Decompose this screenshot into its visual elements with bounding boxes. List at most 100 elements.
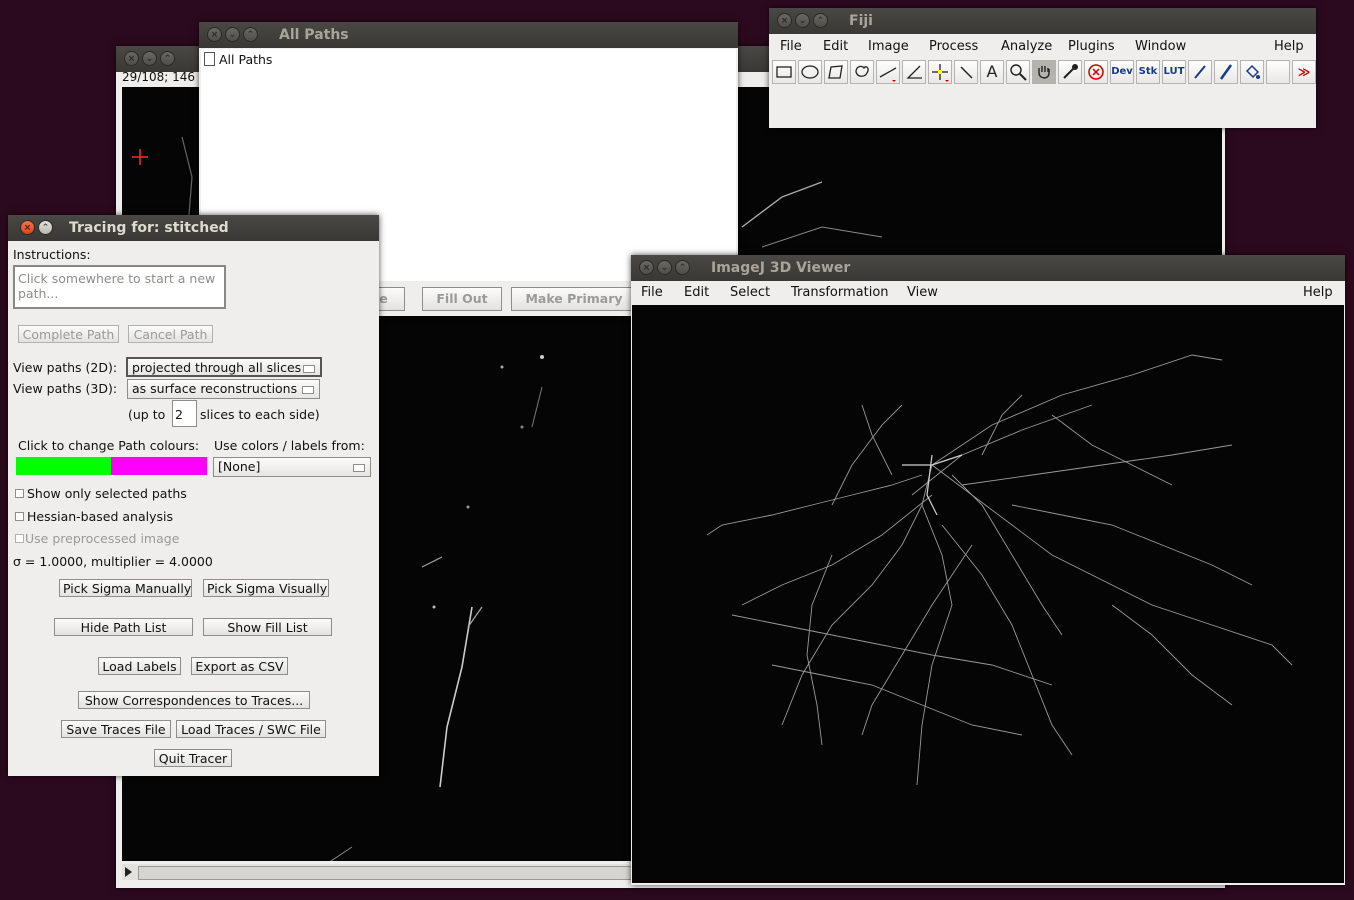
preprocessed-label: Use preprocessed image (25, 531, 180, 546)
window-title: ImageJ 3D Viewer (711, 260, 851, 276)
view-2d-select[interactable]: projected through all slices (126, 357, 322, 377)
close-icon[interactable]: × (207, 27, 222, 42)
use-colors-select[interactable]: [None] (213, 457, 371, 477)
delete-tool-icon[interactable] (1084, 60, 1108, 84)
view-2d-label: View paths (2D): (13, 360, 118, 375)
viewer3d-menubar: File Edit Select Transformation View Hel… (631, 282, 1345, 304)
menu-edit[interactable]: Edit (823, 39, 848, 54)
pick-sigma-manually-button[interactable]: Pick Sigma Manually (59, 579, 192, 597)
maximize-icon[interactable]: ⌃ (675, 260, 690, 275)
tracer-titlebar: × ⌃ Tracing for: stitched (8, 215, 379, 241)
close-icon[interactable]: × (777, 13, 792, 28)
quit-tracer-button[interactable]: Quit Tracer (154, 749, 232, 767)
upto-input[interactable]: 2 (172, 400, 197, 427)
make-primary-button[interactable]: Make Primary (511, 287, 637, 311)
path-colour-a-swatch[interactable] (16, 457, 111, 475)
viewer3d-titlebar: × ⌄ ⌃ ImageJ 3D Viewer (631, 255, 1345, 281)
line-tool-icon[interactable] (876, 60, 900, 84)
menu-edit[interactable]: Edit (684, 285, 709, 300)
maximize-icon[interactable]: ⌃ (813, 13, 828, 28)
fill-out-button[interactable]: Fill Out (422, 287, 502, 311)
minimize-icon[interactable]: ⌄ (142, 51, 157, 66)
wand-tool-icon[interactable] (954, 60, 978, 84)
dev-tool-icon[interactable]: Dev (1110, 60, 1134, 84)
fiji-window: × ⌄ ⌃ Fiji File Edit Image Process Analy… (769, 8, 1316, 128)
tree-root-node[interactable]: All Paths (219, 52, 272, 67)
pencil-tool-icon[interactable] (1188, 60, 1212, 84)
close-icon[interactable]: × (124, 51, 139, 66)
upto-suffix: slices to each side) (200, 407, 320, 422)
flood-fill-tool-icon[interactable] (1240, 60, 1264, 84)
load-traces-button[interactable]: Load Traces / SWC File (176, 720, 326, 738)
minimize-icon[interactable]: ⌄ (657, 260, 672, 275)
upto-prefix: (up to (128, 407, 166, 422)
menu-help[interactable]: Help (1303, 285, 1333, 300)
menu-file[interactable]: File (641, 285, 663, 300)
maximize-icon[interactable]: ⌃ (38, 220, 53, 235)
fiji-toolbar: A Dev Stk LUT ≫ (772, 60, 1316, 86)
viewer3d-canvas[interactable] (632, 305, 1344, 883)
close-icon[interactable]: × (639, 260, 654, 275)
more-tools-icon[interactable]: ≫ (1292, 60, 1316, 84)
view-3d-label: View paths (3D): (13, 381, 118, 396)
show-correspondences-button[interactable]: Show Correspondences to Traces... (78, 691, 310, 709)
viewer3d-window: × ⌄ ⌃ ImageJ 3D Viewer File Edit Select … (631, 255, 1345, 885)
show-fill-list-button[interactable]: Show Fill List (203, 618, 332, 636)
freehand-tool-icon[interactable] (850, 60, 874, 84)
text-tool-icon[interactable]: A (980, 60, 1004, 84)
view-3d-select[interactable]: as surface reconstructions (127, 379, 320, 399)
minimize-icon[interactable]: ⌄ (795, 13, 810, 28)
scrollbar-track[interactable] (138, 866, 640, 880)
menu-file[interactable]: File (780, 39, 802, 54)
polygon-tool-icon[interactable] (824, 60, 848, 84)
chevron-down-icon (353, 464, 365, 472)
hessian-label: Hessian-based analysis (27, 509, 173, 524)
fiji-titlebar: × ⌄ ⌃ Fiji (769, 8, 1316, 34)
oval-tool-icon[interactable] (798, 60, 822, 84)
close-icon[interactable]: × (20, 220, 35, 235)
cancel-path-button[interactable]: Cancel Path (128, 325, 213, 343)
menu-window[interactable]: Window (1135, 39, 1186, 54)
stk-tool-icon[interactable]: Stk (1136, 60, 1160, 84)
color-picker-tool-icon[interactable] (1058, 60, 1082, 84)
instructions-box: Click somewhere to start a new path... (13, 265, 226, 309)
document-icon (204, 52, 215, 66)
brush-tool-icon[interactable] (1214, 60, 1238, 84)
window-title: Fiji (849, 13, 873, 29)
point-tool-icon[interactable] (928, 60, 952, 84)
chevron-down-icon (302, 386, 314, 394)
menu-image[interactable]: Image (868, 39, 909, 54)
pick-sigma-visually-button[interactable]: Pick Sigma Visually (203, 579, 329, 597)
magnifier-tool-icon[interactable] (1006, 60, 1030, 84)
use-colors-label: Use colors / labels from: (214, 438, 365, 453)
blank-tool-icon[interactable] (1266, 60, 1290, 84)
menu-view[interactable]: View (907, 285, 938, 300)
hide-path-list-button[interactable]: Hide Path List (54, 618, 193, 636)
menu-analyze[interactable]: Analyze (1001, 39, 1052, 54)
neuron-3d-render (706, 354, 1293, 786)
menu-help[interactable]: Help (1274, 39, 1304, 54)
window-title: Tracing for: stitched (69, 220, 229, 236)
chevron-down-icon (303, 365, 315, 373)
lut-tool-icon[interactable]: LUT (1162, 60, 1186, 84)
hand-tool-icon[interactable] (1032, 60, 1056, 84)
play-icon[interactable] (125, 867, 132, 877)
maximize-icon[interactable]: ⌃ (160, 51, 175, 66)
minimize-icon[interactable]: ⌄ (225, 27, 240, 42)
menu-plugins[interactable]: Plugins (1068, 39, 1115, 54)
angle-tool-icon[interactable] (902, 60, 926, 84)
export-csv-button[interactable]: Export as CSV (191, 657, 288, 675)
menu-select[interactable]: Select (730, 285, 770, 300)
path-colour-b-swatch[interactable] (111, 457, 207, 475)
rectangle-tool-icon[interactable] (772, 60, 796, 84)
save-traces-button[interactable]: Save Traces File (61, 720, 171, 738)
menu-transformation[interactable]: Transformation (791, 285, 889, 300)
complete-path-button[interactable]: Complete Path (18, 325, 119, 343)
preprocessed-checkbox[interactable] (15, 534, 24, 543)
maximize-icon[interactable]: ⌃ (243, 27, 258, 42)
view-3d-value: as surface reconstructions (132, 381, 298, 396)
hessian-checkbox[interactable] (15, 512, 24, 521)
menu-process[interactable]: Process (929, 39, 978, 54)
load-labels-button[interactable]: Load Labels (98, 657, 181, 675)
show-selected-checkbox[interactable] (15, 489, 24, 498)
